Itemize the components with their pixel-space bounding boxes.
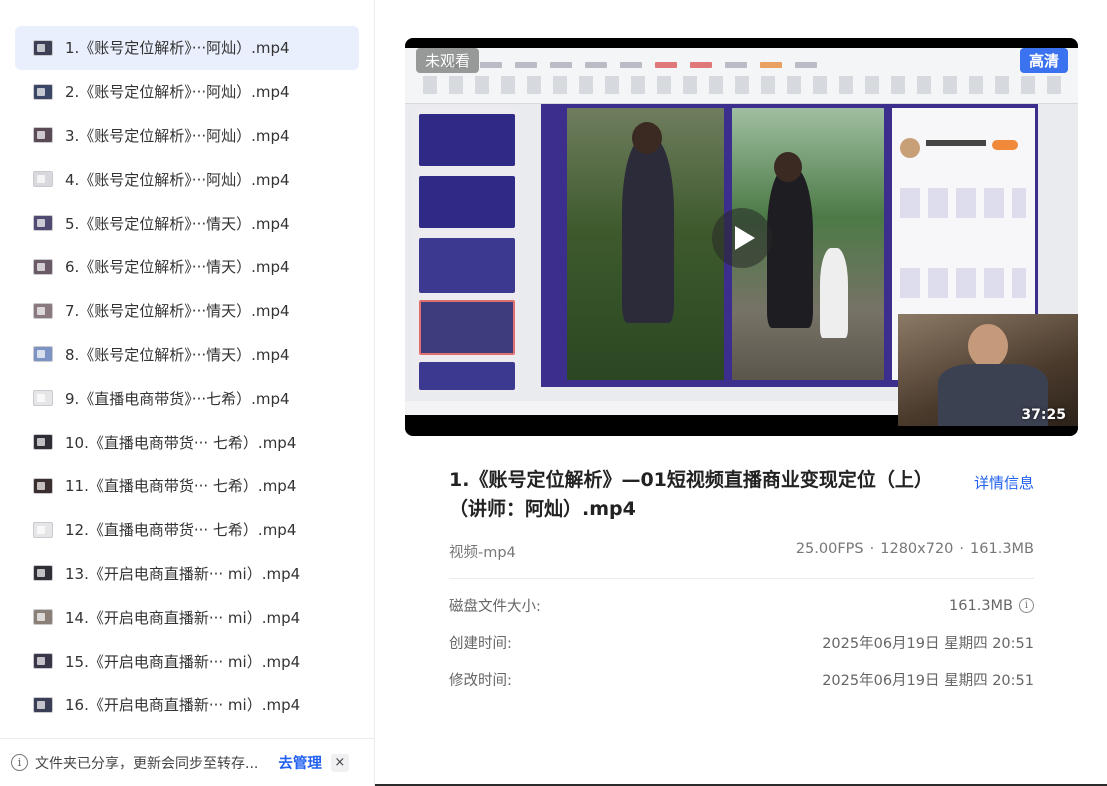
- video-ribbon-graphic: [405, 48, 1078, 104]
- file-size: 161.3MB: [970, 541, 1034, 557]
- video-thumbnail: [33, 696, 53, 713]
- video-thumbnail: [33, 302, 53, 319]
- file-name: 3.《账号定位解析》···阿灿）.mp4: [65, 126, 290, 145]
- unwatched-badge: 未观看: [416, 48, 480, 73]
- file-list-item[interactable]: 9.《直播电商带货》···七希）.mp4: [15, 376, 359, 420]
- file-name: 13.《开启电商直播新··· mi）.mp4: [65, 564, 301, 583]
- share-notice-bar: i 文件夹已分享，更新会同步至转存... 去管理 ×: [0, 738, 375, 786]
- modified-time-label: 修改时间:: [449, 673, 512, 689]
- video-duration: 37:25: [1021, 407, 1066, 423]
- file-list-item[interactable]: 7.《账号定位解析》···情天）.mp4: [15, 289, 359, 333]
- video-thumbnail: [33, 127, 53, 144]
- info-icon: i: [11, 754, 28, 771]
- file-list-item[interactable]: 15.《开启电商直播新··· mi）.mp4: [15, 639, 359, 683]
- file-name: 8.《账号定位解析》···情天）.mp4: [65, 345, 290, 364]
- video-thumbnail: [33, 83, 53, 100]
- file-list-item[interactable]: 2.《账号定位解析》···阿灿）.mp4: [15, 70, 359, 114]
- file-list-item[interactable]: 14.《开启电商直播新··· mi）.mp4: [15, 595, 359, 639]
- close-icon[interactable]: ×: [330, 753, 349, 772]
- file-list-item[interactable]: 13.《开启电商直播新··· mi）.mp4: [15, 552, 359, 596]
- video-thumbnail: [33, 390, 53, 407]
- video-thumbnail: [33, 477, 53, 494]
- video-slides-graphic: [413, 108, 519, 393]
- modified-time-row: 修改时间: 2025年06月19日 星期四 20:51: [449, 669, 1034, 690]
- file-list: 1.《账号定位解析》···阿灿）.mp4 2.《账号定位解析》···阿灿）.mp4…: [15, 26, 359, 727]
- file-name: 9.《直播电商带货》···七希）.mp4: [65, 389, 290, 408]
- file-list-item[interactable]: 1.《账号定位解析》···阿灿）.mp4: [15, 26, 359, 70]
- file-resolution: 1280x720: [880, 541, 954, 557]
- file-name: 6.《账号定位解析》···情天）.mp4: [65, 258, 290, 277]
- modified-time-value: 2025年06月19日 星期四 20:51: [822, 673, 1034, 689]
- video-thumbnail: [33, 653, 53, 670]
- file-list-item[interactable]: 10.《直播电商带货··· 七希）.mp4: [15, 420, 359, 464]
- file-name: 4.《账号定位解析》···阿灿）.mp4: [65, 170, 290, 189]
- video-thumbnail: [33, 609, 53, 626]
- file-list-item[interactable]: 6.《账号定位解析》···情天）.mp4: [15, 245, 359, 289]
- disk-size-label: 磁盘文件大小:: [449, 599, 541, 615]
- file-name: 10.《直播电商带货··· 七希）.mp4: [65, 433, 297, 452]
- hd-quality-badge[interactable]: 高清: [1019, 48, 1068, 73]
- file-list-item[interactable]: 16.《开启电商直播新··· mi）.mp4: [15, 683, 359, 727]
- file-name: 7.《账号定位解析》···情天）.mp4: [65, 302, 290, 321]
- file-fps: 25.00FPS: [795, 541, 864, 557]
- file-list-item[interactable]: 8.《账号定位解析》···情天）.mp4: [15, 333, 359, 377]
- share-notice-text: 文件夹已分享，更新会同步至转存...: [35, 755, 259, 772]
- video-thumbnail: [33, 258, 53, 275]
- file-name: 2.《账号定位解析》···阿灿）.mp4: [65, 83, 290, 102]
- disk-size-value: 161.3MB: [949, 597, 1013, 614]
- file-name: 15.《开启电商直播新··· mi）.mp4: [65, 652, 301, 671]
- file-type: 视频-mp4: [449, 545, 516, 561]
- created-time-row: 创建时间: 2025年06月19日 星期四 20:51: [449, 632, 1034, 653]
- video-thumbnail: [33, 434, 53, 451]
- file-name: 11.《直播电商带货··· 七希）.mp4: [65, 477, 297, 496]
- file-list-item[interactable]: 3.《账号定位解析》···阿灿）.mp4: [15, 114, 359, 158]
- file-list-item[interactable]: 4.《账号定位解析》···阿灿）.mp4: [15, 157, 359, 201]
- video-thumbnail: [33, 39, 53, 56]
- file-meta-row: 视频-mp4 25.00FPS · 1280x720 · 161.3MB: [449, 541, 1034, 579]
- file-title: 1.《账号定位解析》—01短视频直播商业变现定位（上）（讲师：阿灿）.mp4: [449, 469, 933, 520]
- file-name: 12.《直播电商带货··· 七希）.mp4: [65, 521, 297, 540]
- manage-link[interactable]: 去管理: [278, 752, 322, 773]
- file-list-item[interactable]: 11.《直播电商带货··· 七希）.mp4: [15, 464, 359, 508]
- video-thumbnail: [33, 171, 53, 188]
- video-thumbnail: [33, 521, 53, 538]
- file-sidebar: 1.《账号定位解析》···阿灿）.mp4 2.《账号定位解析》···阿灿）.mp4…: [0, 0, 375, 786]
- video-thumbnail: [33, 565, 53, 582]
- file-name: 5.《账号定位解析》···情天）.mp4: [65, 214, 290, 233]
- created-time-value: 2025年06月19日 星期四 20:51: [822, 636, 1034, 652]
- file-list-item[interactable]: 5.《账号定位解析》···情天）.mp4: [15, 201, 359, 245]
- video-player[interactable]: 未观看 高清 37:25: [405, 38, 1078, 436]
- play-icon: [734, 226, 755, 250]
- disk-size-row: 磁盘文件大小: 161.3MB i: [449, 595, 1034, 616]
- play-button[interactable]: [712, 208, 772, 268]
- video-thumbnail: [33, 346, 53, 363]
- file-name: 16.《开启电商直播新··· mi）.mp4: [65, 696, 301, 715]
- details-link[interactable]: 详情信息: [974, 472, 1034, 493]
- file-name: 1.《账号定位解析》···阿灿）.mp4: [65, 39, 290, 58]
- info-icon[interactable]: i: [1019, 598, 1034, 613]
- file-detail-panel: 1.《账号定位解析》—01短视频直播商业变现定位（上）（讲师：阿灿）.mp4 详…: [449, 466, 1034, 690]
- file-name: 14.《开启电商直播新··· mi）.mp4: [65, 608, 301, 627]
- video-thumbnail: [33, 215, 53, 232]
- file-list-item[interactable]: 12.《直播电商带货··· 七希）.mp4: [15, 508, 359, 552]
- created-time-label: 创建时间:: [449, 636, 512, 652]
